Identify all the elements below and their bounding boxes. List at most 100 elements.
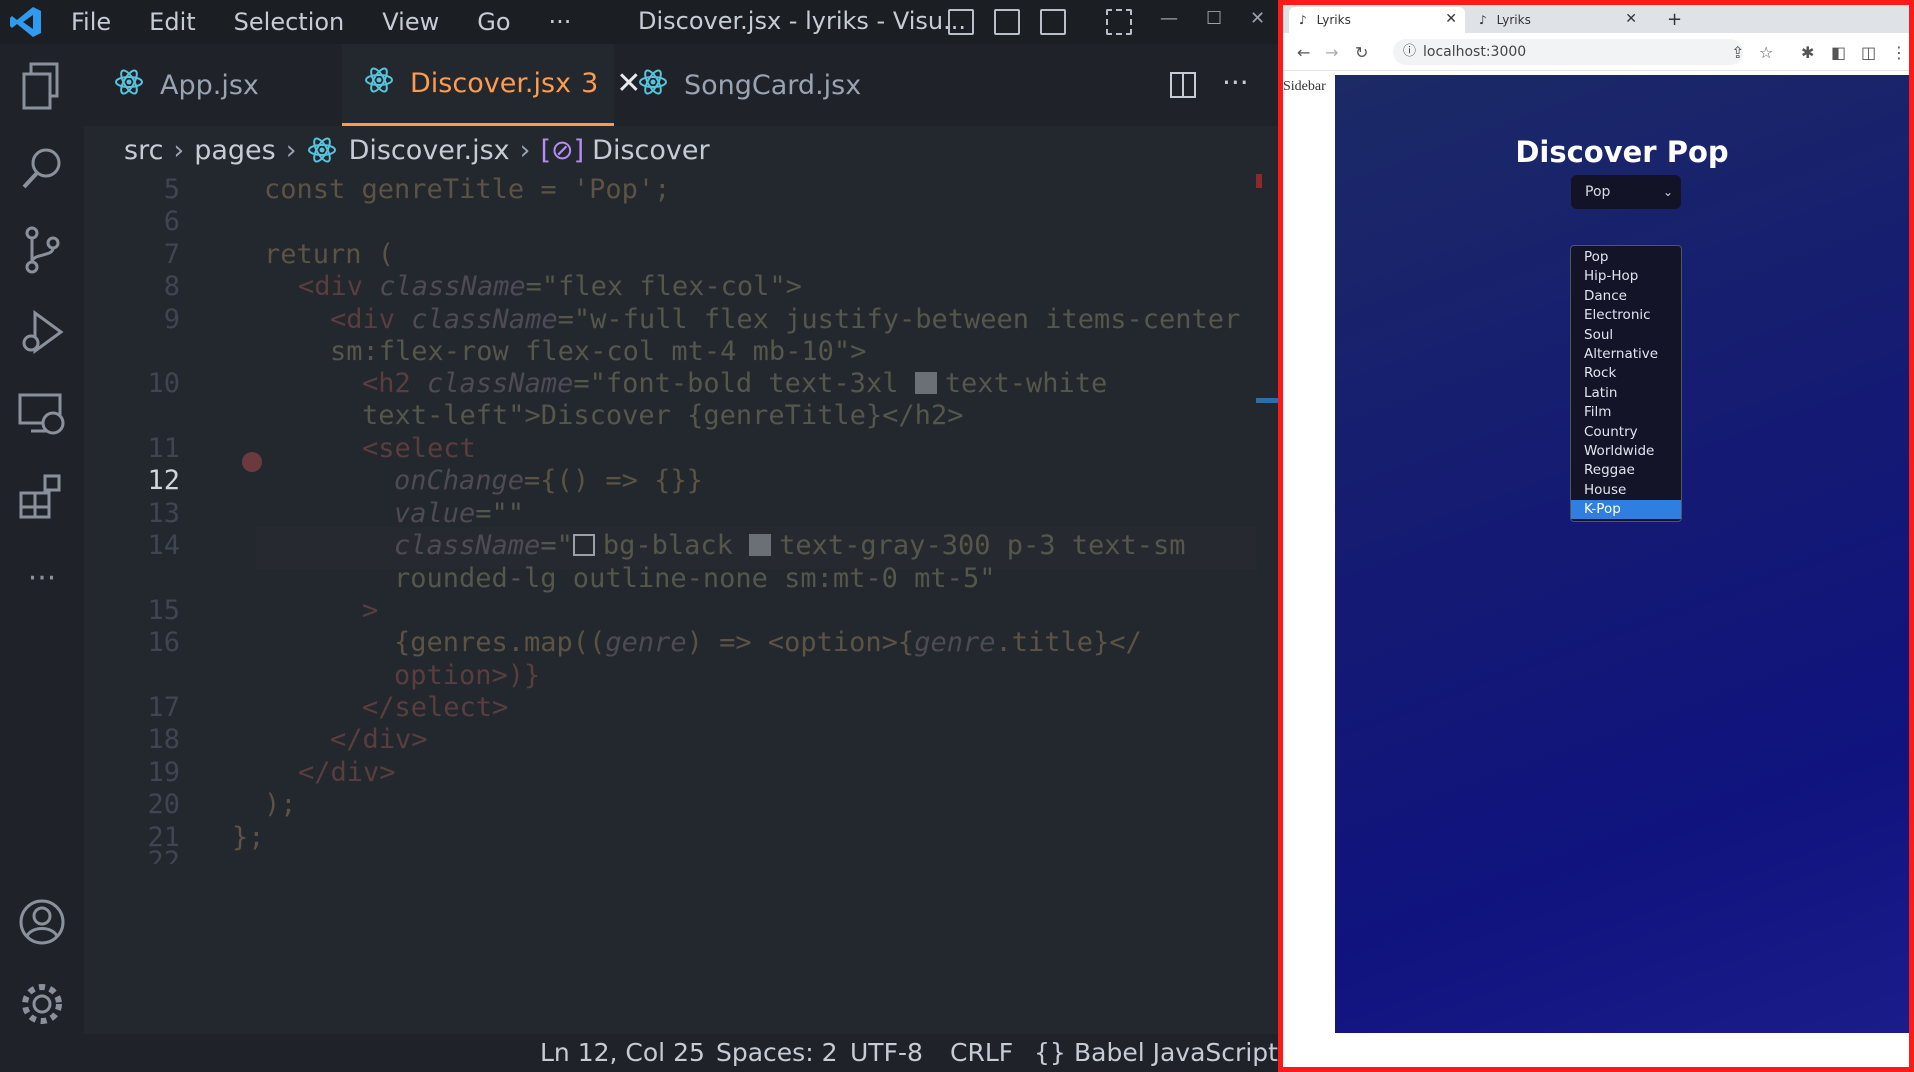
address-bar-row: ← → ↻ ⓘ localhost:3000 ⇪ ☆ ✱ ◧ ◫ ⋮ [1283,33,1909,71]
code-text: option>)} [394,660,541,691]
genre-option[interactable]: Hip-Hop [1571,267,1681,286]
reload-icon[interactable]: ↻ [1355,43,1368,62]
manage-gear-icon[interactable] [14,976,70,1032]
line-number: 17 [147,692,180,723]
code-text: bg-black [602,530,750,561]
tab-songcard-jsx[interactable]: SongCard.jsx [614,44,884,126]
code-text: ) => <option>{ [686,627,915,658]
maximize-icon[interactable]: ☐ [1206,8,1222,29]
close-tab-icon[interactable]: ✕ [1625,11,1637,27]
menu-edit[interactable]: Edit [130,8,214,36]
bookmark-star-icon[interactable]: ☆ [1759,43,1773,62]
genre-option[interactable]: Rock [1571,364,1681,383]
line-number: 14 [147,530,180,561]
browser-menu-icon[interactable]: ⋮ [1891,43,1907,62]
code-line: <div className="flex flex-col"> [298,271,802,302]
language-mode[interactable]: Babel JavaScript [1074,1038,1278,1067]
editor-more-actions-icon[interactable]: ··· [1222,66,1249,99]
browser-tab-strip: ♪ Lyriks ✕ ♪ Lyriks ✕ + [1283,5,1909,33]
genre-option[interactable]: Reggae [1571,461,1681,480]
source-control-icon[interactable] [14,222,70,278]
genre-option[interactable]: Alternative [1571,345,1681,364]
genre-option[interactable]: K-Pop [1571,500,1681,520]
encoding[interactable]: UTF-8 [850,1038,923,1067]
line-number: 19 [147,757,180,788]
explorer-icon[interactable] [14,58,70,114]
profile-icon[interactable]: ◫ [1861,43,1876,62]
genre-option[interactable]: Dance [1571,287,1681,306]
genre-option[interactable]: Film [1571,403,1681,422]
menu-file[interactable]: File [52,8,130,36]
run-debug-icon[interactable] [14,304,70,360]
code-line: </div> [330,724,428,755]
genre-option[interactable]: Country [1571,423,1681,442]
extensions-puzzle-icon[interactable]: ✱ [1801,43,1814,62]
menu-go[interactable]: Go [458,8,529,36]
code-editor[interactable]: 5 6 7 8 9 10 11 12 13 14 15 16 17 18 19 … [84,174,1278,1034]
code-line: rounded-lg outline-none sm:mt-0 mt-5" [394,563,995,594]
code-line: > [362,595,378,626]
genre-option[interactable]: House [1571,481,1681,500]
react-icon [638,67,668,104]
genre-option[interactable]: Worldwide [1571,442,1681,461]
window-title: Discover.jsx - lyriks - Visu... [638,7,966,35]
more-views-icon[interactable]: ··· [14,550,70,606]
breadcrumb-pages[interactable]: pages [194,135,276,166]
code-text: </div> [330,724,428,755]
accounts-icon[interactable] [14,894,70,950]
extensions-icon[interactable] [14,468,70,524]
browser-tab-lyriks[interactable]: ♪ Lyriks ✕ [1469,7,1645,33]
status-bar: Ln 12, Col 25 Spaces: 2 UTF-8 CRLF {} Ba… [0,1034,1278,1072]
cursor-position[interactable]: Ln 12, Col 25 [540,1038,705,1067]
tab-app-jsx[interactable]: App.jsx [84,44,342,126]
new-tab-icon[interactable]: + [1667,9,1682,30]
genre-option[interactable]: Electronic [1571,306,1681,325]
genre-option[interactable]: Soul [1571,326,1681,345]
customize-layout-icon[interactable] [1106,9,1132,35]
line-number: 11 [147,433,180,464]
breadcrumb-symbol[interactable]: Discover [592,135,709,166]
genre-select[interactable]: Pop ⌄ [1571,175,1681,209]
code-text: text-gray-300 p-3 text-sm [779,530,1186,561]
toggle-secondary-sidebar-icon[interactable] [1040,9,1066,35]
split-editor-icon[interactable] [1170,72,1196,98]
toggle-primary-sidebar-icon[interactable] [948,9,974,35]
code-text: }; [232,822,265,853]
breadcrumb-file[interactable]: Discover.jsx [349,135,510,166]
remote-explorer-icon[interactable] [14,386,70,442]
genre-option[interactable]: Pop [1571,248,1681,267]
close-tab-icon[interactable]: ✕ [1445,11,1457,27]
url-field[interactable]: ⓘ localhost:3000 [1393,39,1743,65]
site-info-icon[interactable]: ⓘ [1403,39,1416,65]
code-text: text-white [944,368,1108,399]
end-of-line[interactable]: CRLF [950,1038,1013,1067]
code-text: <div [330,304,412,335]
tab-label: Discover.jsx [410,68,572,99]
menu-selection[interactable]: Selection [215,8,364,36]
code-line: return ( [264,239,394,270]
editor-scrollbar[interactable] [1256,174,1278,1034]
toggle-panel-icon[interactable] [994,9,1020,35]
breakpoint-hint-icon[interactable] [242,452,262,472]
menu-more[interactable]: ··· [530,8,591,36]
close-window-icon[interactable]: ✕ [1250,8,1265,29]
browser-tab-lyriks-active[interactable]: ♪ Lyriks ✕ [1289,7,1465,33]
minimize-icon[interactable]: — [1160,8,1178,29]
code-text: </select> [362,692,509,723]
code-line: option>)} [394,660,540,691]
side-panel-icon[interactable]: ◧ [1831,43,1846,62]
vscode-window: File Edit Selection View Go ··· Discover… [0,0,1278,1072]
react-icon [114,67,144,104]
back-icon[interactable]: ← [1297,43,1310,62]
breadcrumb-src[interactable]: src [124,135,163,166]
share-icon[interactable]: ⇪ [1731,43,1744,62]
menu-view[interactable]: View [363,8,458,36]
breadcrumb: src › pages › Discover.jsx › [⊘] Discove… [124,128,710,172]
code-line: <div className="w-full flex justify-betw… [330,304,1240,335]
tab-discover-jsx[interactable]: Discover.jsx 3 ✕ [342,44,641,126]
forward-icon[interactable]: → [1325,43,1338,62]
genre-option[interactable]: Latin [1571,384,1681,403]
code-text: genre [914,627,996,658]
search-icon[interactable] [14,140,70,196]
indentation[interactable]: Spaces: 2 [716,1038,837,1067]
